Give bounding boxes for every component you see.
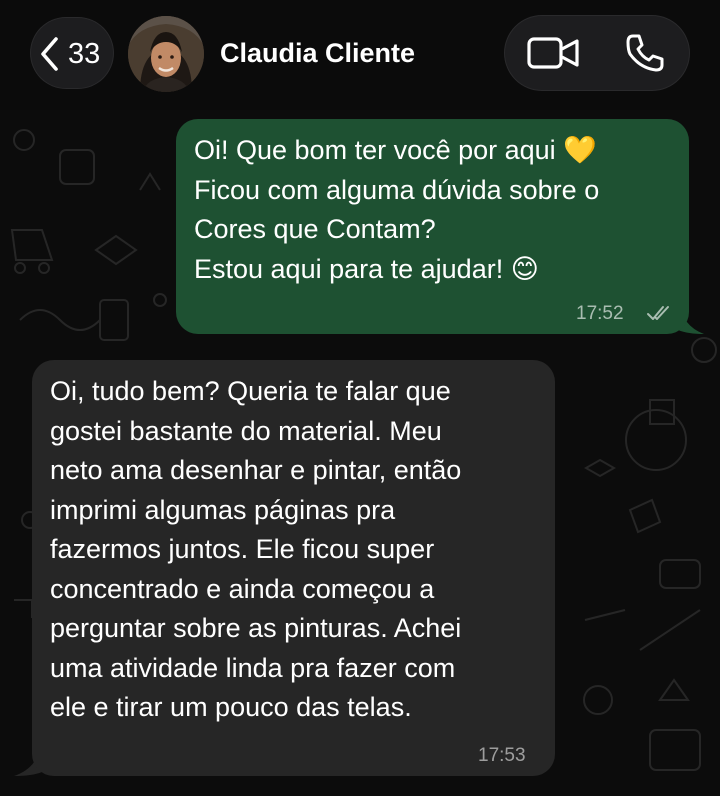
chevron-left-icon[interactable]	[38, 36, 60, 72]
video-call-icon[interactable]	[526, 34, 580, 72]
phone-icon[interactable]	[624, 32, 666, 74]
message-time: 17:52	[576, 303, 624, 324]
incoming-message[interactable]: Oi, tudo bem? Queria te falar que gostei…	[32, 360, 555, 776]
unread-count[interactable]: 33	[68, 36, 100, 72]
message-text: Oi! Que bom ter você por aqui 💛 Ficou co…	[194, 135, 600, 284]
contact-name[interactable]: Claudia Cliente	[220, 36, 415, 70]
double-check-icon	[647, 306, 669, 320]
outgoing-message[interactable]: Oi! Que bom ter você por aqui 💛 Ficou co…	[176, 119, 689, 334]
message-time: 17:53	[478, 745, 526, 766]
message-text: Oi, tudo bem? Queria te falar que gostei…	[50, 376, 462, 722]
avatar[interactable]	[128, 16, 204, 92]
